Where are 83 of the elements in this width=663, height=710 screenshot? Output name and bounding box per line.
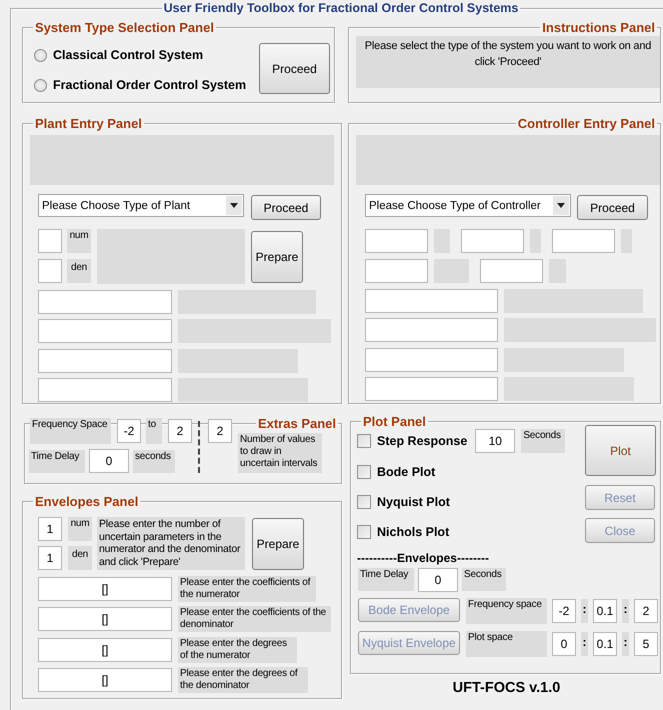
option-label: Fractional Order Control System [53,78,246,92]
panel-title: Instructions Panel [541,20,656,35]
input-field[interactable]: [] [38,638,172,662]
radio-button[interactable] [34,78,47,92]
input-field[interactable] [365,348,498,372]
label-text: Please enter the number of uncertain parameters in the numerator and the denominator and click 'Prepare' [97,517,245,570]
input-field[interactable] [365,377,498,401]
input-field[interactable]: 0 [89,449,129,473]
input-field[interactable] [38,319,172,343]
input-field[interactable] [365,259,428,283]
input-field[interactable] [365,289,498,313]
panel-title: Envelopes Panel [34,494,140,509]
option-label: Nichols Plot [377,525,450,539]
panel-title: Plot Panel [362,414,427,429]
option-label: Nyquist Plot [377,495,450,509]
input-field[interactable] [38,229,62,253]
instructions-text: Please select the type of the system you want to work on and click 'Proceed' [356,36,660,88]
label-text: Please enter the degrees of the denominator [178,667,308,693]
input-field[interactable] [461,229,524,253]
input-field[interactable]: 1 [38,546,62,570]
input-field[interactable]: [] [38,577,172,601]
label-text: Please enter the coefficients of the numerator [178,576,316,602]
label-text: to [146,418,162,444]
input-field[interactable]: [] [38,607,172,631]
input-field[interactable]: -2 [117,419,141,443]
prepare-button[interactable]: Prepare [251,231,303,283]
proceed-button[interactable]: Proceed [577,195,648,220]
label-text: Time Delay [29,450,85,473]
checkbox[interactable] [357,465,371,479]
input-field[interactable] [365,318,498,342]
label-text: Seconds [462,568,506,591]
label-text: Time Delay [358,568,414,591]
input-field[interactable]: 2 [168,419,192,443]
label-text: den [67,259,91,283]
version-label: UFT-FOCS v.1.0 [452,680,562,696]
label-text: Please enter the coefficients of the denominator [178,606,331,632]
label-text: Seconds [521,429,566,453]
label-text: Plot space [466,631,547,657]
action-button[interactable]: Plot [585,425,656,476]
prepare-button[interactable]: Prepare [252,518,304,570]
checkbox[interactable] [357,434,371,448]
input-field[interactable] [365,229,428,253]
input-field[interactable]: 0 [418,568,458,592]
caret-icon [230,203,238,208]
dropdown[interactable]: Please Choose Type of Plant [38,194,244,217]
separator-text: : [581,632,588,656]
proceed-button[interactable]: Proceed [259,43,330,94]
dropdown[interactable]: Please Choose Type of Controller [365,194,571,217]
label-text: Please enter the degrees of the numerator [178,637,297,663]
proceed-button[interactable]: Proceed [251,195,321,220]
radio-button[interactable] [34,48,47,62]
separator-text: : [622,632,629,656]
checkbox[interactable] [357,495,371,509]
option-label: Bode Plot [377,465,436,479]
section-heading: ----------Envelopes-------- [357,551,490,565]
panel-title: User Friendly Toolbox for Fractional Order Control Systems [162,1,520,16]
caret-icon [557,203,565,208]
label-text: seconds [133,450,175,473]
panel-title: System Type Selection Panel [34,20,215,35]
panel-title: Controller Entry Panel [516,116,656,131]
separator-text: : [581,599,588,623]
input-field[interactable]: 1 [38,517,62,541]
option-label: Classical Control System [53,48,204,62]
option-label: Step Response [377,434,468,448]
input-field[interactable] [38,378,172,402]
panel-title: Plant Entry Panel [34,116,143,131]
label-text: den [68,546,92,570]
input-field[interactable] [38,349,172,373]
input-field[interactable] [552,229,615,253]
label-text: Frequency Space [30,418,111,444]
input-field[interactable]: 10 [475,429,516,453]
checkbox[interactable] [357,525,371,539]
label-text: num [68,517,92,541]
input-field[interactable]: [] [38,668,172,692]
label-text: Number of values to draw in uncertain intervals [238,433,322,473]
input-field[interactable]: 2 [208,419,232,443]
input-field[interactable] [38,290,172,314]
panel-title: Extras Panel [256,416,337,431]
label-text: num [67,229,91,253]
input-field[interactable] [480,259,543,283]
separator-text: : [622,599,629,623]
label-text: Frequency space [466,598,547,624]
input-field[interactable] [38,259,62,283]
